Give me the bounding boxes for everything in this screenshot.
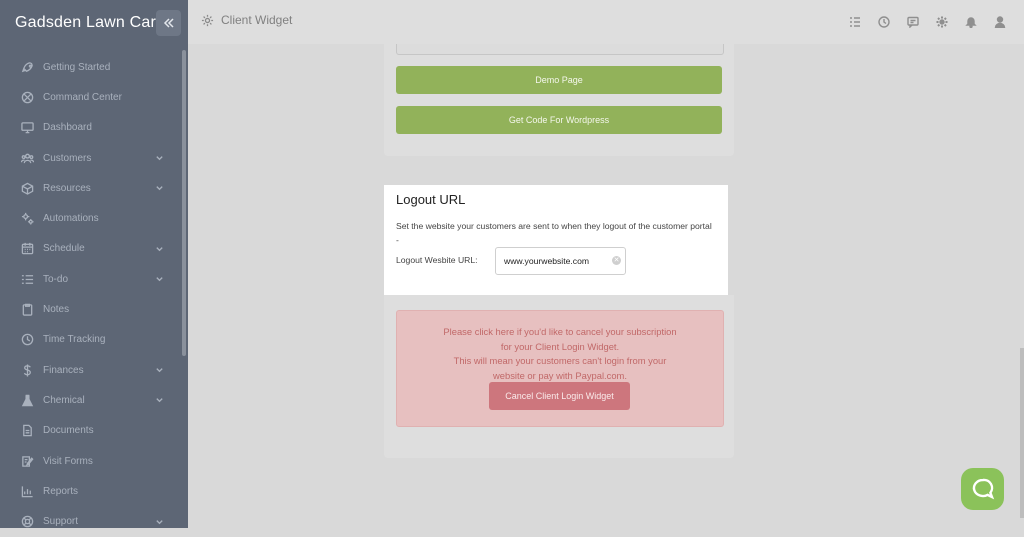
list-check-icon[interactable]	[848, 15, 861, 28]
logout-title: Logout URL	[396, 192, 466, 207]
form-icon	[20, 454, 34, 468]
users-icon	[20, 151, 34, 165]
dollar-icon	[20, 363, 34, 377]
chevron-down-icon	[155, 184, 164, 193]
chevron-down-icon	[155, 244, 164, 253]
cogs-icon	[20, 212, 34, 226]
logout-url-card: Logout URL Set the website your customer…	[384, 185, 728, 295]
logout-url-input[interactable]: www.yourwebsite.com ✕	[495, 247, 626, 275]
code-textarea[interactable]	[396, 44, 724, 55]
sidebar-item-label: Finances	[43, 364, 84, 376]
topbar: Client Widget	[188, 0, 1024, 44]
cancel-widget-button[interactable]: Cancel Client Login Widget	[489, 382, 630, 410]
sidebar-item-label: Command Center	[43, 91, 122, 103]
logout-url-label: Logout Wesbite URL:	[396, 255, 478, 265]
bell-icon[interactable]	[964, 15, 977, 28]
sidebar-item-label: Schedule	[43, 243, 85, 255]
chat-icon	[972, 478, 994, 500]
sidebar-item-automations[interactable]: Automations	[0, 203, 182, 233]
gear-icon[interactable]	[935, 15, 948, 28]
page-title: Client Widget	[201, 13, 292, 27]
sidebar-item-label: Customers	[43, 152, 92, 164]
chat-launcher-button[interactable]	[961, 468, 1004, 510]
sidebar-item-label: Notes	[43, 304, 70, 316]
monitor-icon	[20, 121, 34, 135]
box-icon	[20, 181, 34, 195]
sidebar-item-finances[interactable]: Finances	[0, 355, 182, 385]
sidebar-item-label: Support	[43, 516, 79, 528]
message-icon[interactable]	[906, 15, 919, 28]
gear-icon	[201, 14, 214, 26]
sidebar-item-documents[interactable]: Documents	[0, 416, 182, 446]
sidebar-item-label: To-do	[43, 273, 69, 285]
sidebar-menu: Getting Started Command Center Dashboard Cu…	[0, 52, 182, 537]
demo-page-button[interactable]: Demo Page	[396, 66, 722, 94]
sidebar-item-notes[interactable]: Notes	[0, 294, 182, 324]
sidebar-item-resources[interactable]: Resources	[0, 173, 182, 203]
chevron-down-icon	[155, 396, 164, 405]
sidebar-item-command-center[interactable]: Command Center	[0, 82, 182, 112]
clear-input-icon[interactable]: ✕	[612, 256, 621, 265]
sidebar-item-label: Getting Started	[43, 61, 111, 73]
clipboard-icon	[20, 303, 34, 317]
rocket-icon	[20, 60, 34, 74]
sidebar-item-chemical[interactable]: Chemical	[0, 385, 182, 415]
sidebar-item-time-tracking[interactable]: Time Tracking	[0, 325, 182, 355]
sidebar-item-getting-started[interactable]: Getting Started	[0, 52, 182, 82]
list-icon	[20, 272, 34, 286]
cancel-alert: Please click here if you'd like to cance…	[396, 310, 724, 427]
sidebar-item-dashboard[interactable]: Dashboard	[0, 113, 182, 143]
calendar-icon	[20, 242, 34, 256]
cancel-line: This will mean your customers can't logi…	[453, 355, 667, 366]
sidebar: Gadsden Lawn Care Getting Started Command…	[0, 0, 188, 528]
chevron-down-icon	[155, 366, 164, 375]
chart-icon	[20, 484, 34, 498]
chevron-down-icon	[155, 154, 164, 163]
user-icon[interactable]	[993, 15, 1006, 28]
widget-card	[384, 44, 734, 156]
sidebar-item-support[interactable]: Support	[0, 506, 182, 536]
clock-icon	[20, 333, 34, 347]
sidebar-item-label: Automations	[43, 213, 99, 225]
sidebar-item-label: Visit Forms	[43, 455, 93, 467]
sidebar-item-label: Resources	[43, 182, 91, 194]
chevron-down-icon	[155, 275, 164, 284]
sidebar-item-visit-forms[interactable]: Visit Forms	[0, 446, 182, 476]
sidebar-item-to-do[interactable]: To-do	[0, 264, 182, 294]
sidebar-item-label: Dashboard	[43, 122, 92, 134]
double-chevron-left-icon	[163, 18, 174, 28]
cancel-line: website or pay with Paypal.com.	[493, 369, 627, 381]
chevron-down-icon	[155, 517, 164, 526]
cancel-line: for your Client Login Widget.	[500, 340, 620, 352]
cancel-message: Please click here if you'd like to cance…	[397, 325, 723, 383]
sidebar-item-label: Chemical	[43, 394, 85, 406]
cancel-line: Please click here if you'd like to cance…	[443, 326, 677, 337]
support-icon	[20, 515, 34, 529]
sidebar-item-label: Documents	[43, 425, 94, 437]
topbar-actions	[848, 15, 1006, 28]
get-code-wordpress-button[interactable]: Get Code For Wordpress	[396, 106, 722, 134]
sidebar-item-schedule[interactable]: Schedule	[0, 234, 182, 264]
logout-description: Set the website your customers are sent …	[396, 221, 712, 245]
sidebar-item-label: Time Tracking	[43, 334, 106, 346]
main-scrollbar[interactable]	[1020, 348, 1024, 518]
flask-icon	[20, 393, 34, 407]
document-icon	[20, 424, 34, 438]
page-title-text: Client Widget	[221, 13, 293, 27]
logout-url-value: www.yourwebsite.com	[504, 256, 590, 266]
target-icon	[20, 90, 34, 104]
sidebar-item-customers[interactable]: Customers	[0, 143, 182, 173]
sidebar-item-label: Reports	[43, 485, 79, 497]
brand-name: Gadsden Lawn Care	[15, 14, 166, 31]
sidebar-item-reports[interactable]: Reports	[0, 476, 182, 506]
sidebar-scrollbar[interactable]	[182, 50, 186, 356]
sidebar-collapse-button[interactable]	[156, 10, 181, 36]
clock-icon[interactable]	[877, 15, 890, 28]
